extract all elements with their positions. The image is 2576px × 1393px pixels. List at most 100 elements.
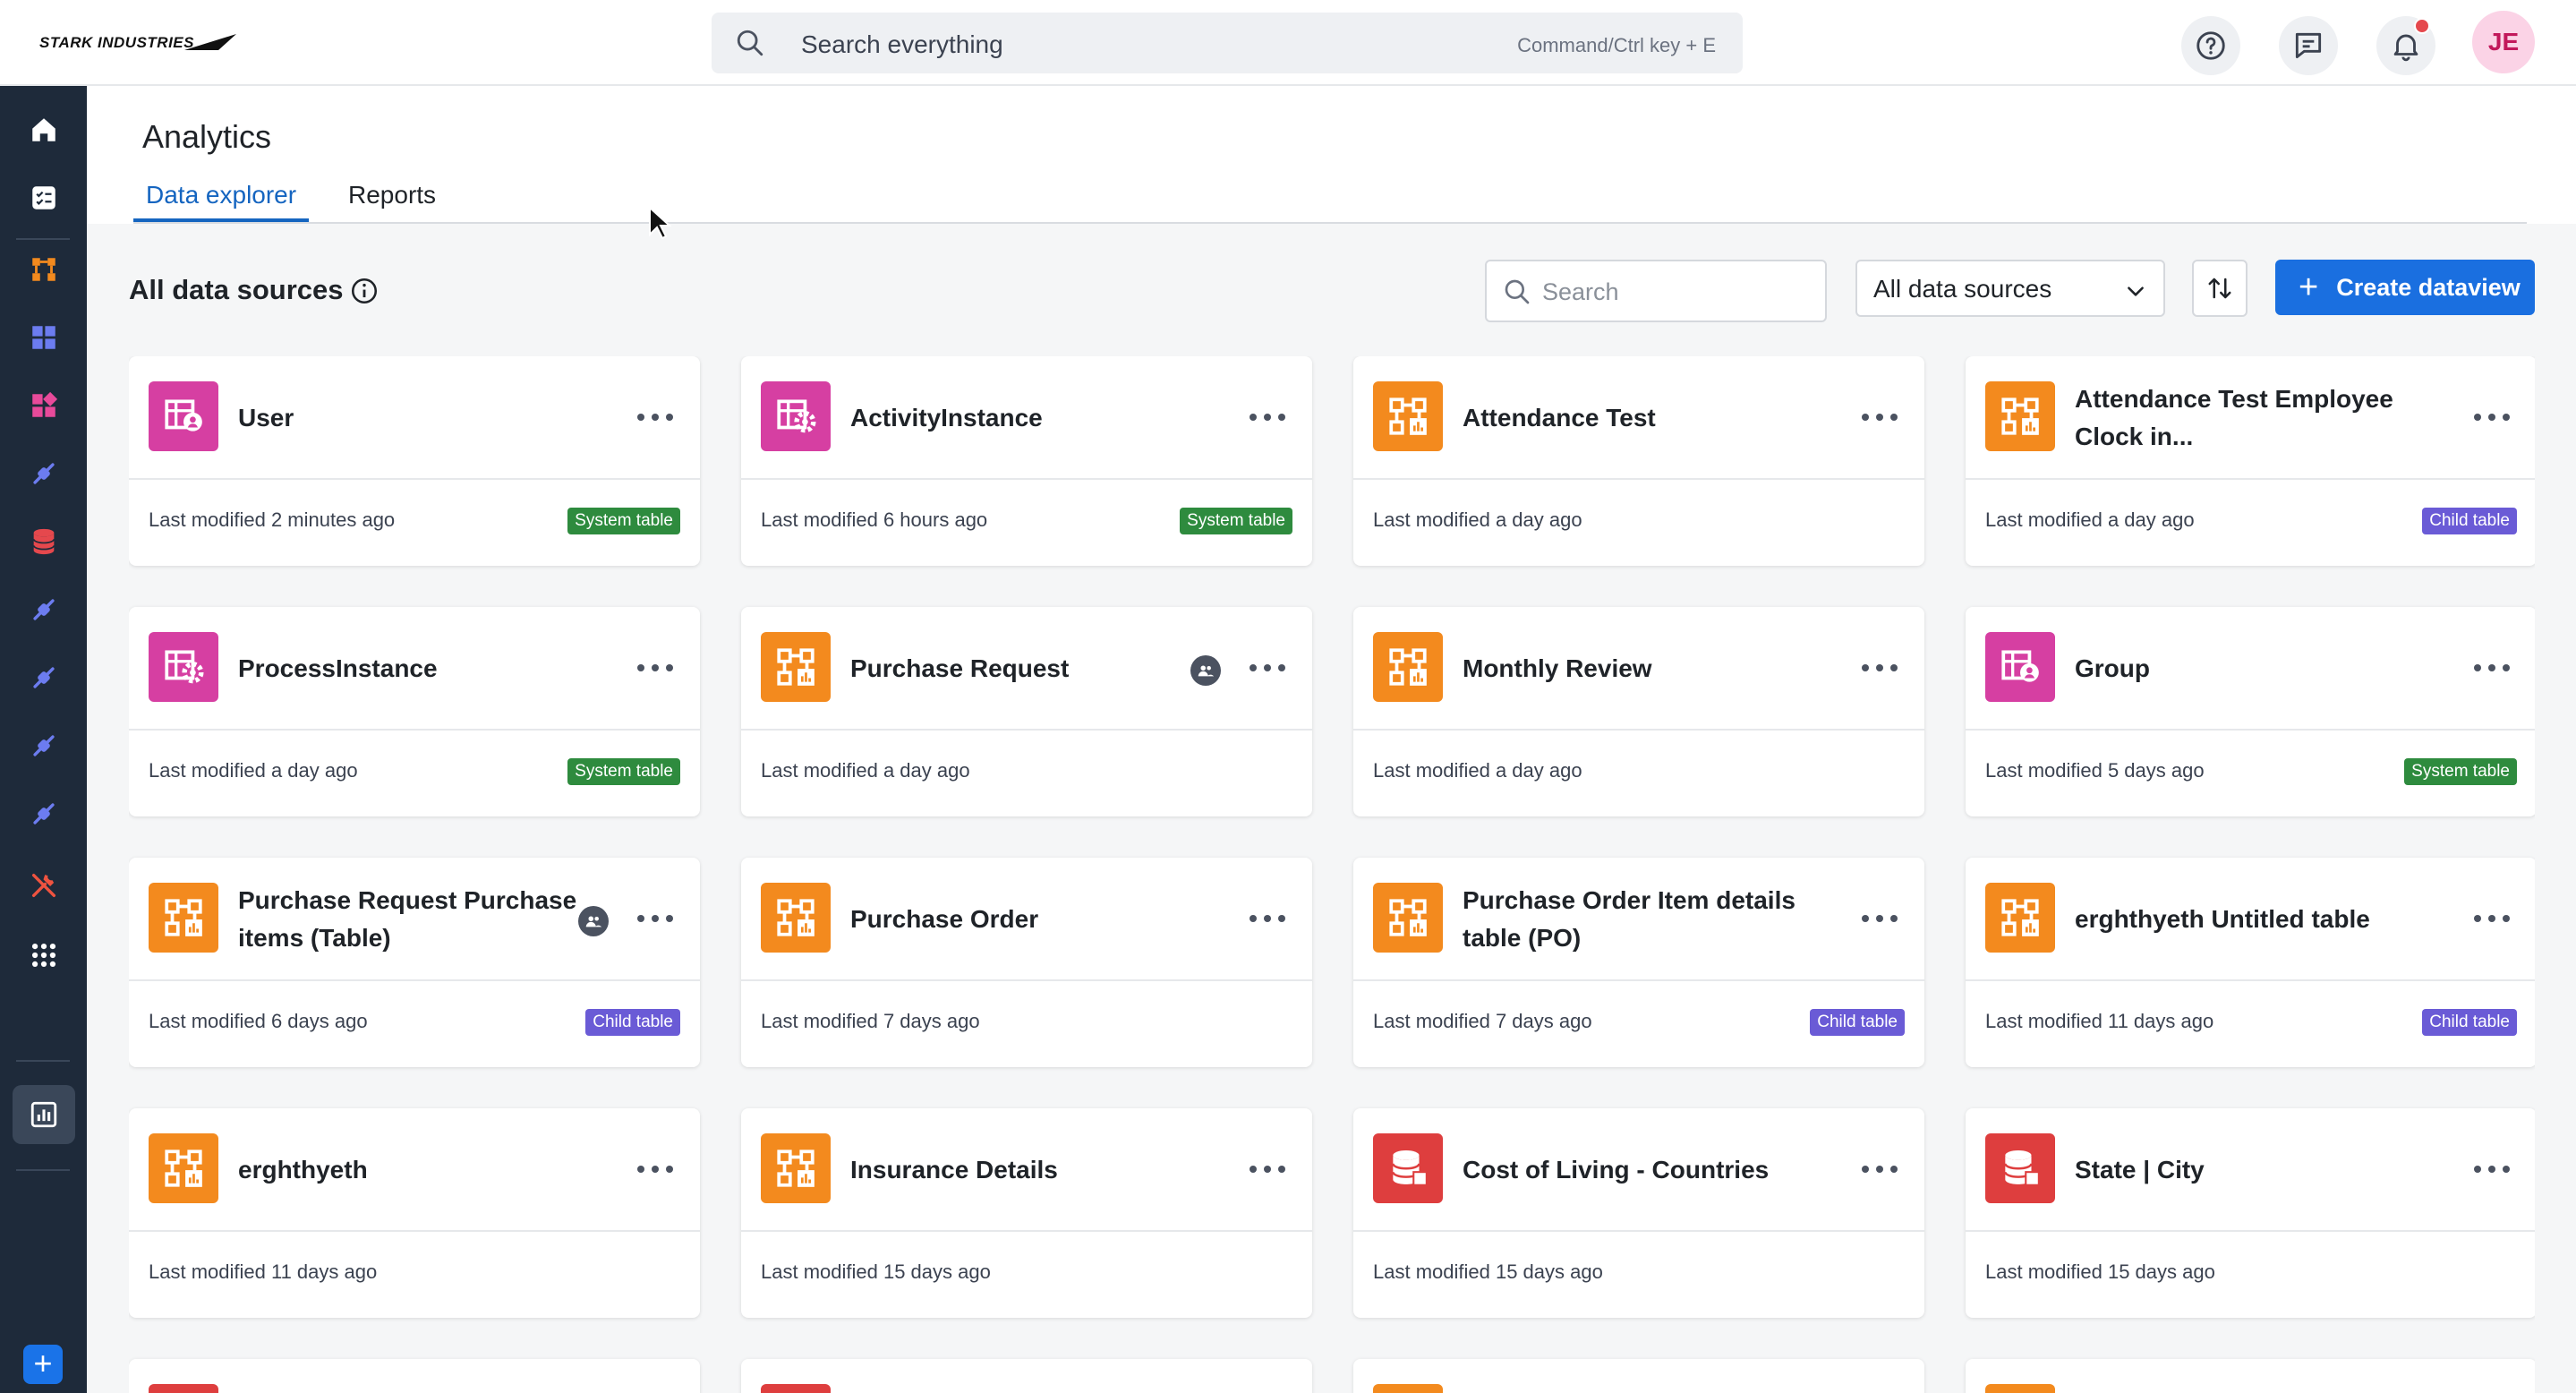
more-options-button[interactable] (1862, 902, 1898, 935)
more-options-button[interactable] (1862, 401, 1898, 433)
card-title[interactable]: Purchase Request Purchase items (Table) (238, 858, 587, 981)
card-title[interactable]: Group (2075, 607, 2424, 731)
system-table-gear-icon (149, 632, 218, 702)
datasource-card[interactable] (129, 1359, 700, 1393)
card-title[interactable]: Insurance Details (850, 1108, 1199, 1232)
card-title[interactable]: Attendance Test (1463, 356, 1812, 480)
plug-icon (33, 735, 55, 756)
database-icon (1985, 1133, 2055, 1203)
card-title[interactable]: User (238, 356, 587, 480)
sidebar-item-processes[interactable] (21, 247, 66, 292)
datasource-card[interactable]: Purchase Request Last modified a day ago (741, 607, 1312, 816)
user-avatar[interactable]: JE (2472, 11, 2535, 73)
datasource-card[interactable]: Attendance Test Employee Clock in... Last… (1966, 356, 2535, 566)
process-flow-icon (1373, 381, 1443, 451)
datasource-card[interactable]: Purchase Request Purchase items (Table) L… (129, 858, 700, 1067)
table-type-badge: System table (1180, 508, 1292, 534)
sort-arrows-icon (2208, 278, 2231, 299)
datasource-card[interactable]: erghthyeth Last modified 11 days ago (129, 1108, 700, 1318)
sidebar-item-data-tables[interactable] (21, 519, 66, 564)
card-title[interactable]: State | City (2075, 1108, 2424, 1232)
datasource-card[interactable]: Attendance Test Last modified a day ago (1353, 356, 1924, 566)
create-dataview-button[interactable]: + Create dataview (2275, 260, 2535, 315)
info-icon[interactable] (349, 276, 380, 306)
sidebar-create-button[interactable]: + (23, 1345, 63, 1384)
section-title: All data sources (129, 274, 344, 305)
messages-button[interactable] (2279, 16, 2338, 75)
sidebar-item-integration-1[interactable] (21, 451, 66, 496)
datasource-card[interactable]: ProcessInstance Last modified a day ago Sy… (129, 607, 700, 816)
more-options-button[interactable] (2474, 401, 2510, 433)
more-options-button[interactable] (1250, 652, 1285, 684)
more-options-button[interactable] (2474, 902, 2510, 935)
datasource-card[interactable]: erghthyeth Untitled table Last modified 1… (1966, 858, 2535, 1067)
notification-dot (2414, 18, 2430, 34)
bell-icon (2393, 34, 2418, 62)
more-options-button[interactable] (1250, 1153, 1285, 1185)
datasource-card[interactable] (741, 1359, 1312, 1393)
tasks-icon (32, 186, 55, 209)
card-title[interactable]: erghthyeth (238, 1108, 587, 1232)
sidebar-item-integration-2[interactable] (21, 587, 66, 632)
card-last-modified: Last modified 7 days ago (1373, 1010, 1592, 1032)
table-type-badge: System table (567, 508, 680, 534)
card-title[interactable]: Monthly Review (1463, 607, 1812, 731)
card-last-modified: Last modified 15 days ago (761, 1261, 991, 1283)
more-options-button[interactable] (2474, 652, 2510, 684)
sidebar-item-all-apps[interactable] (21, 933, 66, 978)
datasource-card[interactable]: State | City Last modified 15 days ago (1966, 1108, 2535, 1318)
datasource-card[interactable]: User Last modified 2 minutes ago System ta… (129, 356, 700, 566)
datasource-card[interactable]: Monthly Review Last modified a day ago (1353, 607, 1924, 816)
datasource-card[interactable]: Purchase Order Last modified 7 days ago (741, 858, 1312, 1067)
sidebar-item-integration-4[interactable] (21, 723, 66, 768)
company-logo[interactable]: STARK INDUSTRIES (39, 32, 236, 54)
sidebar-item-tools[interactable] (21, 863, 66, 908)
datasource-card[interactable] (1353, 1359, 1924, 1393)
card-title[interactable]: ActivityInstance (850, 356, 1199, 480)
sidebar-item-analytics[interactable] (13, 1085, 75, 1144)
card-title[interactable]: erghthyeth Untitled table (2075, 858, 2424, 981)
card-title[interactable]: ProcessInstance (238, 607, 587, 731)
card-last-modified: Last modified 11 days ago (1985, 1010, 2214, 1032)
tab-data-explorer[interactable]: Data explorer (133, 175, 310, 222)
more-options-button[interactable] (1250, 902, 1285, 935)
sidebar-item-home[interactable] (21, 107, 66, 152)
process-flow-icon (1985, 883, 2055, 953)
card-title[interactable]: Purchase Order (850, 858, 1199, 981)
more-options-button[interactable] (637, 401, 673, 433)
datasource-card[interactable]: Cost of Living - Countries Last modified … (1353, 1108, 1924, 1318)
help-button[interactable] (2181, 16, 2240, 75)
sidebar-item-apps[interactable] (21, 383, 66, 428)
process-flow-icon (1373, 632, 1443, 702)
more-options-button[interactable] (1862, 1153, 1898, 1185)
process-flow-icon (761, 632, 831, 702)
datasource-card[interactable] (1966, 1359, 2535, 1393)
more-options-button[interactable] (1250, 401, 1285, 433)
sidebar-item-dashboards[interactable] (21, 315, 66, 360)
sidebar-item-tasks[interactable] (21, 175, 66, 220)
card-title[interactable]: Attendance Test Employee Clock in... (2075, 356, 2424, 480)
card-header: ActivityInstance (741, 356, 1312, 480)
global-search-bar[interactable]: Search everything Command/Ctrl key + E (712, 13, 1743, 73)
card-last-modified: Last modified 6 hours ago (761, 508, 988, 531)
sort-button[interactable] (2192, 260, 2248, 317)
sidebar-item-integration-3[interactable] (21, 655, 66, 700)
more-options-button[interactable] (2474, 1153, 2510, 1185)
datasource-card[interactable]: ActivityInstance Last modified 6 hours ag… (741, 356, 1312, 566)
sidebar-item-integration-5[interactable] (21, 791, 66, 836)
more-options-button[interactable] (1862, 652, 1898, 684)
card-title[interactable]: Purchase Order Item details table (PO) (1463, 858, 1812, 981)
tab-reports[interactable]: Reports (336, 175, 448, 222)
card-title[interactable]: Cost of Living - Countries (1463, 1108, 1812, 1232)
more-options-button[interactable] (637, 902, 673, 935)
notifications-button[interactable] (2376, 16, 2435, 75)
datasource-card[interactable]: Group Last modified 5 days ago System tabl… (1966, 607, 2535, 816)
more-options-button[interactable] (637, 1153, 673, 1185)
datasource-card[interactable]: Purchase Order Item details table (PO) La… (1353, 858, 1924, 1067)
datasource-card[interactable]: Insurance Details Last modified 15 days a… (741, 1108, 1312, 1318)
search-shortcut-hint: Command/Ctrl key + E (1517, 34, 1716, 56)
datasource-filter-select[interactable]: All data sources (1855, 260, 2165, 317)
more-options-button[interactable] (637, 652, 673, 684)
datasource-search-input[interactable] (1542, 274, 1811, 310)
card-title[interactable]: Purchase Request (850, 607, 1199, 731)
